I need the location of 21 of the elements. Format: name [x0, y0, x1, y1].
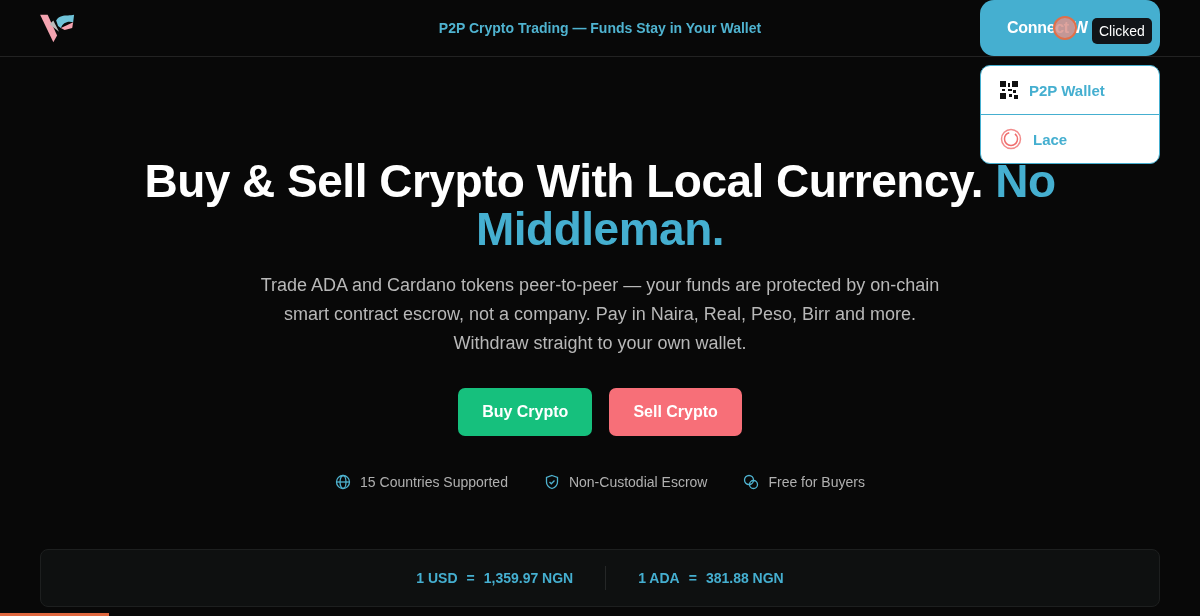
equals-sign: = — [466, 570, 475, 586]
feature-label: Non-Custodial Escrow — [568, 474, 708, 490]
wallet-option[interactable]: Lace — [981, 114, 1159, 163]
shield-check-icon — [543, 474, 560, 490]
rate-base: 1 USD — [416, 570, 458, 586]
rate-base: 1 ADA — [638, 570, 680, 586]
tooltip: Clicked — [1092, 18, 1152, 44]
tagline: P2P Crypto Trading — Funds Stay in Your Wallet — [438, 20, 762, 36]
feature-label: 15 Countries Supported — [360, 474, 508, 490]
qr-code-icon — [1000, 81, 1018, 99]
sell-crypto-button[interactable]: Sell Crypto — [609, 388, 742, 436]
equals-sign: = — [688, 570, 697, 586]
lace-logo-icon — [1000, 128, 1022, 150]
feature-label: Free for Buyers — [768, 474, 865, 490]
wallet-option[interactable]: P2P Wallet — [981, 66, 1159, 114]
buy-crypto-button[interactable]: Buy Crypto — [458, 388, 593, 436]
rate-value: 381.88 NGN — [705, 570, 784, 586]
hero-description: Trade ADA and Cardano tokens peer-to-peer — your funds are protected by on-chain smart contract escrow, not a company. Pay in Naira, Real, Peso, Birr and more. Withdraw straight to your own wallet. — [260, 274, 940, 355]
globe-icon — [335, 474, 352, 490]
coins-icon — [743, 474, 760, 490]
rate-value: 1,359.97 NGN — [483, 570, 574, 586]
